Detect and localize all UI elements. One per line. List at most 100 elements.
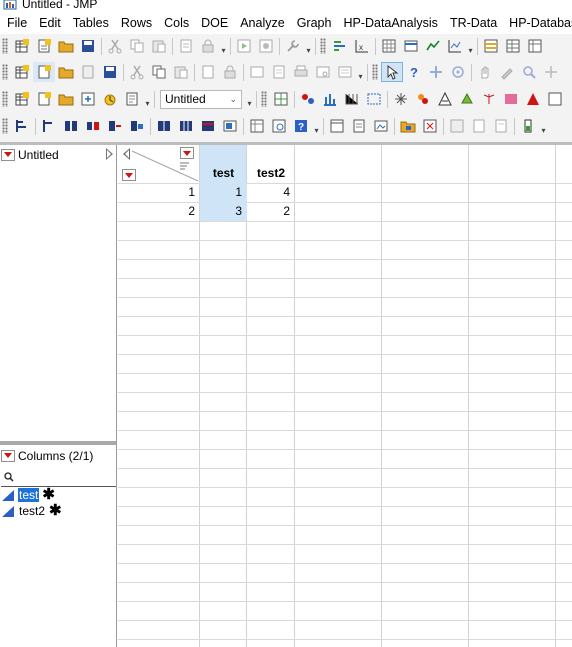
menu-graph[interactable]: Graph: [291, 13, 338, 34]
ternary-button[interactable]: [434, 89, 456, 109]
diagram-button[interactable]: [412, 89, 434, 109]
row-viewer-button[interactable]: [348, 116, 370, 136]
panel-splitter[interactable]: [0, 441, 116, 445]
column-header-test[interactable]: test: [200, 145, 247, 183]
column-property-asterisk-icon[interactable]: ✱: [49, 503, 62, 518]
data-view-button[interactable]: [268, 116, 290, 136]
sql-button[interactable]: [502, 36, 524, 56]
cell-test-row-1[interactable]: 1: [200, 183, 247, 201]
image-button[interactable]: [370, 116, 392, 136]
open-button-2[interactable]: [55, 62, 77, 82]
folder-button[interactable]: [397, 116, 419, 136]
multivariate-button[interactable]: [297, 89, 319, 109]
layout-button[interactable]: [246, 62, 268, 82]
control-chart-builder-button[interactable]: [341, 89, 363, 109]
close-file-button[interactable]: [77, 62, 99, 82]
surface-plot-button[interactable]: [500, 89, 522, 109]
paste-button-2[interactable]: [170, 62, 192, 82]
contour-button[interactable]: [522, 89, 544, 109]
menu-doe[interactable]: DOE: [195, 13, 234, 34]
lock-button[interactable]: [197, 36, 219, 56]
battery-button[interactable]: [517, 116, 539, 136]
help-button[interactable]: ?: [290, 116, 312, 136]
window-list-button[interactable]: [334, 62, 356, 82]
menu-edit[interactable]: Edit: [33, 13, 67, 34]
cell-test-row-2[interactable]: 3: [200, 202, 247, 220]
new-script-button[interactable]: [33, 36, 55, 56]
partition-button[interactable]: [456, 89, 478, 109]
toolbar-grip[interactable]: [2, 38, 8, 54]
new-data-table-button[interactable]: [11, 36, 33, 56]
toolbar-grip[interactable]: [261, 91, 267, 107]
toolbar-grip[interactable]: [2, 64, 8, 80]
menu-hp-database[interactable]: HP-Database: [503, 13, 572, 34]
home-window-button[interactable]: [99, 89, 121, 109]
table-red-triangle-menu[interactable]: [1, 148, 15, 161]
toolbar-overflow-dropdown[interactable]: ▾: [539, 117, 548, 135]
help-tool-button[interactable]: ?: [403, 62, 425, 82]
cut-button-2[interactable]: [126, 62, 148, 82]
magnifier-tool-button[interactable]: [518, 62, 540, 82]
screenshot-button[interactable]: [419, 116, 441, 136]
cell-test2-row-1[interactable]: 4: [247, 183, 295, 201]
debug-button[interactable]: [255, 36, 277, 56]
toolbar-overflow-dropdown[interactable]: ▾: [143, 90, 152, 108]
tables-subset-button[interactable]: [219, 116, 241, 136]
open-button[interactable]: [55, 36, 77, 56]
concatenate-button[interactable]: [82, 116, 104, 136]
join-button[interactable]: [104, 116, 126, 136]
preview-button[interactable]: [312, 62, 334, 82]
menu-tables[interactable]: Tables: [67, 13, 115, 34]
neural-button[interactable]: [478, 89, 500, 109]
new-script-button-2[interactable]: [33, 62, 55, 82]
tables-stack-button[interactable]: [175, 116, 197, 136]
menu-tr-data[interactable]: TR-Data: [444, 13, 503, 34]
brush-tool-button[interactable]: [496, 62, 518, 82]
toolbar-grip[interactable]: [320, 38, 326, 54]
control-chart-button[interactable]: [444, 36, 466, 56]
data-export-button[interactable]: [524, 36, 546, 56]
update-button[interactable]: [126, 116, 148, 136]
data-table-selector[interactable]: Untitled ⌄: [160, 89, 242, 109]
copy-button[interactable]: [126, 36, 148, 56]
graph-builder-button[interactable]: [422, 36, 444, 56]
column-header-test2[interactable]: test2: [247, 145, 295, 183]
column-property-asterisk-icon[interactable]: ✱: [42, 487, 55, 502]
report-button[interactable]: [446, 116, 468, 136]
toolbar-overflow-dropdown[interactable]: ▾: [356, 63, 365, 81]
journal-button[interactable]: [268, 62, 290, 82]
tabulate-button-2[interactable]: [246, 116, 268, 136]
menu-rows[interactable]: Rows: [115, 13, 158, 34]
menu-hp-dataanalysis[interactable]: HP-DataAnalysis: [337, 13, 443, 34]
menu-file[interactable]: File: [0, 13, 33, 34]
subset-button[interactable]: [270, 89, 292, 109]
toolbar-grip[interactable]: [372, 64, 378, 80]
notes-button[interactable]: [490, 116, 512, 136]
stack-button[interactable]: [11, 116, 33, 136]
column-list-item-test[interactable]: test ✱: [2, 487, 55, 503]
split-button[interactable]: [38, 116, 60, 136]
distribution-button[interactable]: [329, 36, 351, 56]
tabulate-button[interactable]: [378, 36, 400, 56]
import-button[interactable]: [77, 89, 99, 109]
zoom-tool-button[interactable]: [540, 62, 562, 82]
run-script-button[interactable]: [233, 36, 255, 56]
save-button[interactable]: [77, 36, 99, 56]
collapse-panel-icon[interactable]: [106, 148, 113, 160]
cell-test2-row-2[interactable]: 2: [247, 202, 295, 220]
copy-as-button-2[interactable]: [197, 62, 219, 82]
transpose-button[interactable]: [60, 116, 82, 136]
paste-button[interactable]: [148, 36, 170, 56]
variability-button[interactable]: [363, 89, 385, 109]
selection-tool-button[interactable]: [425, 62, 447, 82]
save-button-2[interactable]: [99, 62, 121, 82]
print-button[interactable]: [290, 62, 312, 82]
toolbar-grip[interactable]: [2, 91, 8, 107]
new-script-button-3[interactable]: [33, 89, 55, 109]
lasso-tool-button[interactable]: [447, 62, 469, 82]
menu-analyze[interactable]: Analyze: [234, 13, 290, 34]
columns-red-triangle-menu[interactable]: [1, 449, 15, 462]
new-data-table-button-2[interactable]: [11, 62, 33, 82]
arrow-tool-button[interactable]: [381, 62, 403, 82]
cut-button[interactable]: [104, 36, 126, 56]
